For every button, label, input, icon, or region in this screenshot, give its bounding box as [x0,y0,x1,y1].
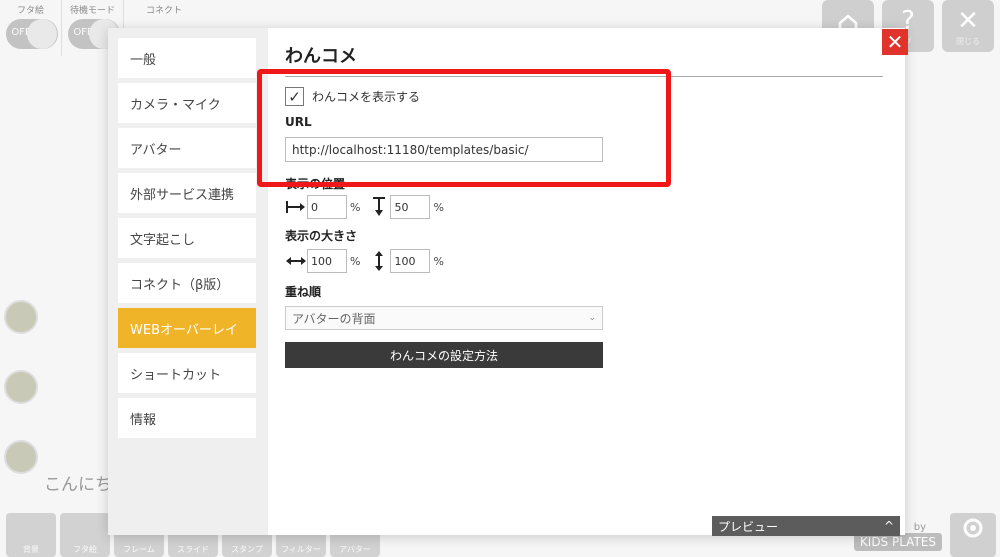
chat-avatar [4,440,38,474]
position-x-unit: % [350,200,361,214]
lid-toggle-knob [27,19,57,49]
size-row: % % [285,249,885,273]
brand-by-label: by [913,522,926,533]
width-arrow-icon [285,250,307,272]
modal-close-button[interactable]: ✕ [882,29,908,55]
connect-label: コネクト [145,6,182,16]
chat-avatar [4,370,38,404]
setup-guide-button[interactable]: わんコメの設定方法 [285,342,603,368]
app-close-label: 閉じる [956,36,980,46]
sidebar-item-connect-beta[interactable]: コネクト（β版） [118,263,256,303]
slide-button-label: スライド [177,545,209,554]
size-height-unit: % [433,254,444,268]
size-label: 表示の大きさ [285,229,358,243]
order-label: 重ね順 [285,285,322,299]
height-arrow-icon [368,250,390,272]
standby-toggle-label: 待機モード [69,6,115,16]
settings-sidebar: 一般 カメラ・マイク アバター 外部サービス連携 文字起こし コネクト（β版） … [108,28,268,535]
position-y-unit: % [433,200,444,214]
app-close-button[interactable]: ✕ 閉じる [942,0,994,52]
background-button[interactable]: 背景 [6,513,56,557]
sidebar-item-transcription[interactable]: 文字起こし [118,218,256,258]
sidebar-item-shortcuts[interactable]: ショートカット [118,353,256,393]
preview-label: プレビュー [718,519,779,534]
frame-button-label: フレーム [123,545,155,554]
layer-order-select[interactable]: アバターの背面 ⌄ [285,306,603,330]
close-icon: ✕ [957,5,979,36]
highlight-annotation [257,69,671,187]
background-button-label: 背景 [23,545,39,554]
filter-button-label: フィルター [281,545,321,554]
sidebar-item-external-services[interactable]: 外部サービス連携 [118,173,256,213]
sidebar-item-general[interactable]: 一般 [118,38,256,78]
chat-message-text: こんにち [44,475,112,495]
size-width-unit: % [350,254,361,268]
sidebar-item-web-overlay[interactable]: WEBオーバーレイ [118,308,256,348]
horizontal-position-icon [285,196,307,218]
sidebar-item-avatar[interactable]: アバター [118,128,256,168]
lid-button-label: フタ絵 [73,545,97,554]
settings-button[interactable] [950,513,996,557]
vertical-position-icon [368,196,390,218]
avatar-button-label: アバター [339,545,371,554]
chevron-up-icon: ^ [883,519,894,533]
chat-avatar [4,300,38,334]
sidebar-item-info[interactable]: 情報 [118,398,256,438]
lid-toggle-label: フタ絵 [16,6,44,16]
position-x-input[interactable] [307,195,347,219]
size-width-input[interactable] [307,249,347,273]
position-row: % % [285,195,885,219]
size-height-input[interactable] [390,249,431,273]
gear-icon [963,518,983,538]
position-y-input[interactable] [390,195,431,219]
stamp-button-label: スタンプ [231,545,263,554]
lid-toggle-group: フタ絵 OFF [0,0,62,56]
preview-toggle-bar[interactable]: プレビュー ^ [712,516,900,536]
layer-order-value: アバターの背面 [292,311,376,326]
chevron-down-icon: ⌄ [588,313,596,323]
lid-button[interactable]: フタ絵 [60,513,110,557]
sidebar-item-camera-mic[interactable]: カメラ・マイク [118,83,256,123]
